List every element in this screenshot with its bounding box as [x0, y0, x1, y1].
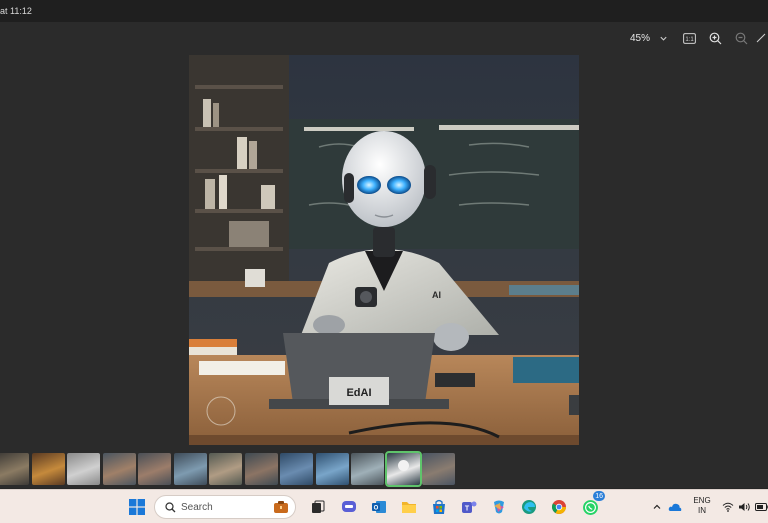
actual-size-icon[interactable]: 1:1 — [676, 25, 702, 51]
chevron-down-icon[interactable] — [650, 25, 676, 51]
language-indicator[interactable]: ENG IN — [690, 496, 714, 516]
window-title: at 11:12 — [0, 6, 32, 16]
zoom-level-readout[interactable]: 45% — [628, 33, 650, 44]
taskbar-search[interactable]: Search — [154, 495, 296, 519]
filmstrip-thumbnail[interactable] — [280, 453, 313, 485]
photos-app-window: at 11:12 45% 1:1 AI EdAI Search O T 16 E… — [0, 0, 768, 523]
filmstrip-thumbnail[interactable] — [138, 453, 171, 485]
copilot-icon[interactable] — [487, 495, 511, 519]
windows-start-icon[interactable] — [125, 495, 149, 519]
laptop-nameplate-label: EdAI — [346, 387, 371, 399]
filmstrip-thumbnail[interactable] — [31, 453, 65, 485]
svg-text:T: T — [465, 506, 470, 513]
filmstrip — [0, 450, 768, 488]
language-line2: IN — [698, 506, 706, 515]
filmstrip-thumbnail[interactable] — [351, 453, 384, 485]
microsoft-store-icon[interactable] — [427, 495, 451, 519]
whatsapp-unread-badge: 16 — [592, 490, 606, 502]
teams-icon[interactable]: T — [457, 495, 481, 519]
filmstrip-thumbnail[interactable] — [173, 453, 207, 485]
language-line1: ENG — [693, 496, 711, 505]
edge-browser-icon[interactable] — [517, 495, 541, 519]
whatsapp-icon[interactable]: 16 — [578, 490, 606, 519]
displayed-photo[interactable]: AI EdAI — [189, 55, 579, 445]
battery-icon[interactable] — [754, 500, 768, 514]
search-icon — [159, 501, 181, 513]
coat-ai-label: AI — [432, 290, 441, 300]
robot-teacher-image: AI EdAI — [189, 55, 579, 445]
filmstrip-thumbnail[interactable] — [209, 453, 242, 485]
filmstrip-thumbnail[interactable] — [102, 453, 136, 485]
chrome-icon[interactable] — [547, 495, 571, 519]
title-bar: at 11:12 — [0, 0, 768, 22]
svg-text:O: O — [374, 506, 379, 512]
chevron-up-icon[interactable] — [650, 500, 664, 514]
file-explorer-icon[interactable] — [397, 495, 421, 519]
thumbnail-robot-figure — [397, 460, 409, 471]
task-view-icon[interactable] — [306, 495, 330, 519]
filmstrip-thumbnail[interactable] — [244, 453, 278, 485]
filmstrip-thumbnail[interactable] — [67, 453, 100, 485]
filmstrip-thumbnail[interactable] — [384, 451, 422, 487]
outlook-icon[interactable]: O — [367, 495, 391, 519]
chat-app-icon[interactable] — [337, 495, 361, 519]
viewer-toolbar: 45% 1:1 — [0, 22, 768, 54]
filmstrip-thumbnail[interactable] — [0, 453, 29, 485]
zoom-in-icon[interactable] — [702, 25, 728, 51]
windows-taskbar: Search O T 16 ENG IN — [0, 489, 768, 523]
search-placeholder: Search — [181, 501, 213, 513]
image-canvas[interactable]: AI EdAI — [0, 54, 768, 450]
filmstrip-thumbnail[interactable] — [422, 453, 455, 485]
search-highlight-icon — [273, 500, 289, 514]
onedrive-cloud-icon[interactable] — [668, 500, 682, 514]
svg-text:1:1: 1:1 — [685, 36, 694, 42]
filmstrip-thumbnail[interactable] — [315, 453, 349, 485]
more-options-icon[interactable] — [754, 25, 768, 51]
wifi-icon[interactable] — [721, 500, 735, 514]
zoom-out-icon[interactable] — [728, 25, 754, 51]
volume-icon[interactable] — [737, 500, 751, 514]
zoom-controls: 45% 1:1 — [628, 22, 768, 54]
